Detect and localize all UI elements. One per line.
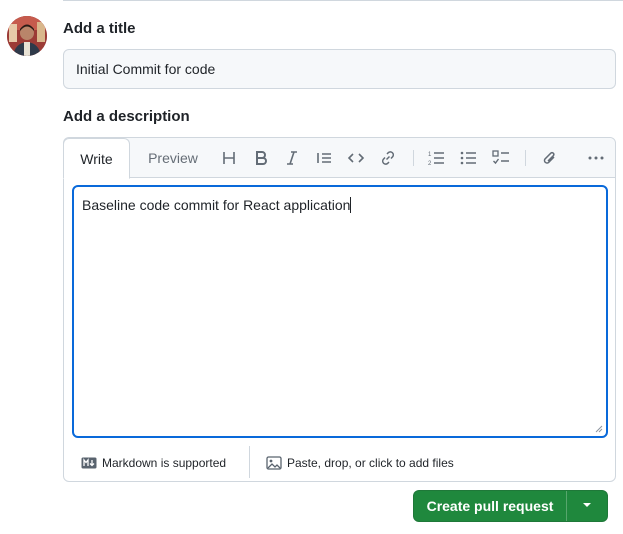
more-icon[interactable]	[586, 148, 606, 168]
triangle-down-icon	[583, 503, 591, 507]
link-icon[interactable]	[378, 148, 398, 168]
italic-icon[interactable]	[282, 148, 302, 168]
attach-files-link[interactable]: Paste, drop, or click to add files	[266, 444, 454, 482]
svg-text:1: 1	[428, 152, 432, 158]
image-icon	[266, 456, 282, 470]
heading-icon[interactable]	[219, 148, 239, 168]
markdown-icon	[81, 457, 97, 469]
description-editor: Write Preview 12 Baseline code commit fo…	[63, 137, 616, 482]
markdown-label: Markdown is supported	[102, 456, 227, 470]
editor-toolbar: Write Preview 12	[63, 138, 615, 179]
description-textarea[interactable]: Baseline code commit for React applicati…	[72, 185, 608, 438]
resize-grip-icon[interactable]	[595, 425, 603, 433]
svg-text:2: 2	[428, 161, 432, 167]
editor-footer: Markdown is supported Paste, drop, or cl…	[64, 444, 615, 482]
tab-preview[interactable]: Preview	[136, 138, 210, 179]
ordered-list-icon[interactable]: 12	[426, 148, 446, 168]
text-caret	[350, 197, 352, 213]
bold-icon[interactable]	[251, 148, 271, 168]
avatar[interactable]	[7, 16, 47, 56]
title-input[interactable]	[63, 49, 616, 89]
attach-label: Paste, drop, or click to add files	[287, 456, 454, 470]
toolbar-separator	[525, 150, 526, 166]
title-label: Add a title	[63, 20, 136, 37]
create-pull-request-button[interactable]: Create pull request	[414, 491, 566, 521]
create-pull-request-group: Create pull request	[413, 490, 608, 522]
description-text: Baseline code commit for React applicati…	[82, 197, 351, 213]
create-options-dropdown[interactable]	[567, 491, 607, 521]
code-icon[interactable]	[346, 148, 366, 168]
unordered-list-icon[interactable]	[458, 148, 478, 168]
attach-icon[interactable]	[540, 148, 560, 168]
tab-write[interactable]: Write	[63, 138, 130, 179]
top-divider	[63, 0, 623, 1]
description-label: Add a description	[63, 108, 190, 125]
task-list-icon[interactable]	[491, 148, 511, 168]
footer-separator	[249, 446, 250, 478]
toolbar-separator	[413, 150, 414, 166]
markdown-support-link[interactable]: Markdown is supported	[81, 444, 226, 482]
quote-icon[interactable]	[314, 148, 334, 168]
